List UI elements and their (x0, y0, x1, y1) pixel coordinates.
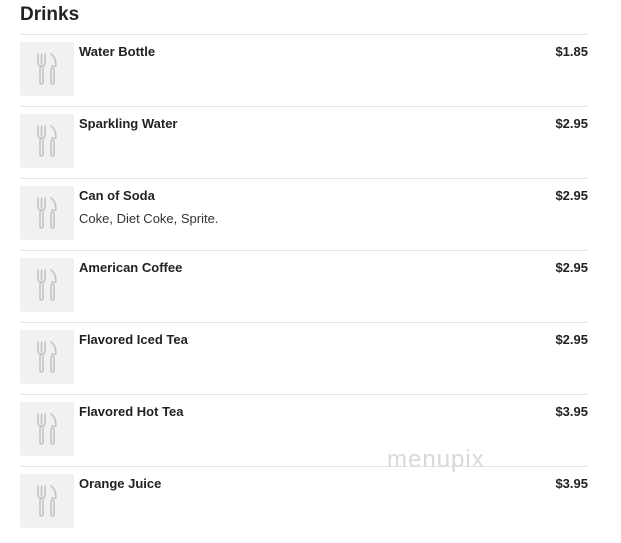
menu-item[interactable]: American Coffee $2.95 (20, 250, 588, 322)
item-name: Sparkling Water (79, 116, 178, 131)
cutlery-icon (20, 474, 74, 528)
item-name: Flavored Hot Tea (79, 404, 184, 419)
item-description: Coke, Diet Coke, Sprite. (79, 211, 219, 226)
item-price: $3.95 (555, 404, 588, 419)
cutlery-icon (20, 330, 74, 384)
item-name: Can of Soda (79, 188, 155, 203)
cutlery-icon (20, 42, 74, 96)
cutlery-icon (20, 258, 74, 312)
item-name: Water Bottle (79, 44, 156, 59)
item-name: American Coffee (79, 260, 183, 275)
menu-item[interactable]: Flavored Hot Tea $3.95 (20, 394, 588, 466)
cutlery-icon (20, 114, 74, 168)
section-title: Drinks (20, 4, 80, 25)
item-price: $2.95 (555, 332, 588, 347)
menu-item[interactable]: Water Bottle $1.85 (20, 34, 588, 106)
menu-list: Water Bottle $1.85 Sparkling Water $2.95… (20, 34, 588, 538)
item-name: Orange Juice (79, 476, 162, 491)
item-price: $2.95 (555, 188, 588, 203)
cutlery-icon (20, 402, 74, 456)
item-price: $2.95 (555, 260, 588, 275)
menu-item[interactable]: Can of Soda Coke, Diet Coke, Sprite. $2.… (20, 178, 588, 250)
menupix-watermark: menupix (387, 446, 485, 473)
cutlery-icon (20, 186, 74, 240)
menu-item[interactable]: Sparkling Water $2.95 (20, 106, 588, 178)
item-price: $3.95 (555, 476, 588, 491)
menu-item[interactable]: Orange Juice $3.95 (20, 466, 588, 538)
item-name: Flavored Iced Tea (79, 332, 188, 347)
item-price: $2.95 (555, 116, 588, 131)
menu-item[interactable]: Flavored Iced Tea $2.95 (20, 322, 588, 394)
item-price: $1.85 (555, 44, 588, 59)
